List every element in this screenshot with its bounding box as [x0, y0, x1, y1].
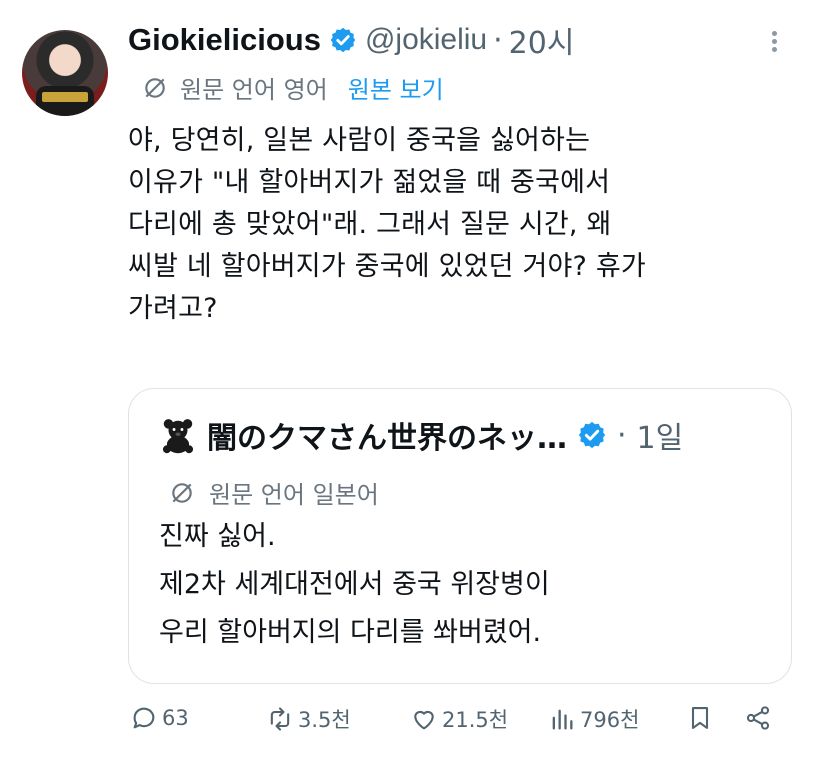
avatar[interactable] — [22, 30, 108, 116]
verified-badge-icon — [578, 421, 606, 449]
like-icon — [414, 710, 434, 730]
tweet-text-line: 다리에 총 맞았어"래. 그래서 질문 시간, 왜 — [128, 209, 612, 240]
like-count: 21.5천 — [442, 708, 509, 732]
quoted-separator-dot: · — [617, 417, 627, 453]
translate-icon — [172, 482, 192, 503]
bear-emoji-icon — [162, 419, 194, 454]
action-bar: 63 3.5천 21.5천 796천 — [130, 704, 790, 744]
source-language-label: 원문 언어 영어 — [180, 76, 328, 104]
bookmark-button[interactable] — [686, 704, 718, 732]
quoted-tweet-text: 진짜 싫어. 제2차 세계대전에서 중국 위장병이 우리 할아버지의 다리를 쏴… — [159, 513, 550, 657]
handle[interactable]: @jokieliu — [365, 23, 487, 57]
tweet-header: Giokielicious @jokieliu · 20시 — [128, 18, 574, 62]
quoted-display-name[interactable]: 闇のクマさん世界のネッ… — [207, 413, 567, 457]
quoted-text-line: 제2차 세계대전에서 중국 위장병이 — [159, 569, 550, 600]
view-original-link[interactable]: 원본 보기 — [348, 70, 444, 105]
quoted-timestamp[interactable]: 1일 — [637, 413, 684, 457]
tweet-text-line: 이유가 "내 할아버지가 젊었을 때 중국에서 — [128, 167, 611, 198]
quoted-tweet[interactable]: 闇のクマさん世界のネッ… · 1일 원문 언어 일본어 진짜 싫어. 제2차 세… — [128, 388, 792, 684]
translation-notice: 원문 언어 영어 원본 보기 — [142, 70, 444, 105]
quoted-text-line: 진짜 싫어. — [159, 521, 276, 552]
share-button[interactable] — [744, 704, 776, 732]
reply-count: 63 — [162, 706, 189, 730]
quoted-translation-notice: 원문 언어 일본어 — [169, 475, 379, 510]
quoted-text-line: 우리 할아버지의 다리를 쏴버렸어. — [159, 617, 542, 648]
like-button[interactable]: 21.5천 — [410, 704, 508, 734]
avatar-shirt-print — [42, 92, 88, 102]
views-icon — [552, 709, 573, 730]
translate-icon — [145, 77, 165, 98]
verified-badge-icon — [330, 27, 356, 53]
reply-icon — [133, 707, 155, 729]
timestamp[interactable]: 20시 — [509, 18, 575, 62]
tweet-text-line: 야, 당연히, 일본 사람이 중국을 싫어하는 — [128, 125, 591, 156]
reply-button[interactable]: 63 — [130, 704, 189, 732]
quoted-source-language-label: 원문 언어 일본어 — [209, 481, 379, 509]
separator-dot: · — [493, 22, 503, 58]
tweet-text: 야, 당연히, 일본 사람이 중국을 싫어하는 이유가 "내 할아버지가 젊었을… — [128, 120, 788, 330]
views-count: 796천 — [580, 708, 640, 732]
share-icon — [746, 706, 770, 730]
quoted-tweet-header: 闇のクマさん世界のネッ… · 1일 — [159, 413, 683, 457]
repost-icon — [270, 707, 290, 731]
views-button[interactable]: 796천 — [548, 704, 639, 734]
tweet-text-line: 씨발 네 할아버지가 중국에 있었던 거야? 휴가 — [128, 251, 646, 282]
more-icon[interactable] — [763, 28, 785, 56]
bookmark-icon — [691, 707, 709, 729]
tweet-text-line: 가려고? — [128, 293, 218, 324]
display-name[interactable]: Giokielicious — [128, 22, 321, 58]
repost-count: 3.5천 — [298, 708, 351, 732]
repost-button[interactable]: 3.5천 — [266, 704, 351, 734]
